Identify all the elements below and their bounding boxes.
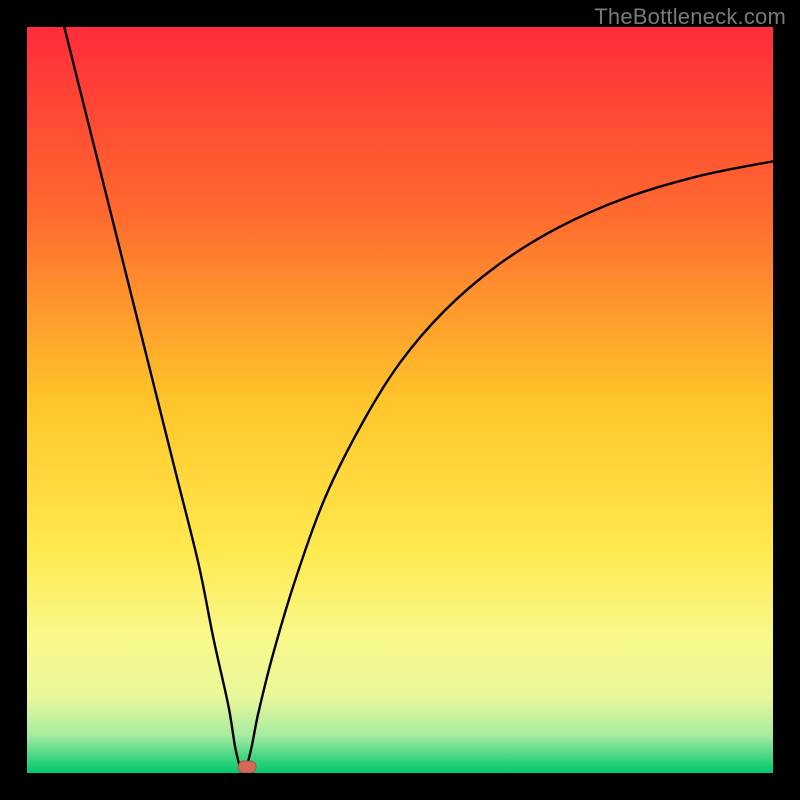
plot-area bbox=[27, 27, 773, 773]
outer-frame: TheBottleneck.com bbox=[0, 0, 800, 800]
minimum-marker bbox=[238, 761, 256, 773]
gradient-background bbox=[27, 27, 773, 773]
bottleneck-chart bbox=[27, 27, 773, 773]
